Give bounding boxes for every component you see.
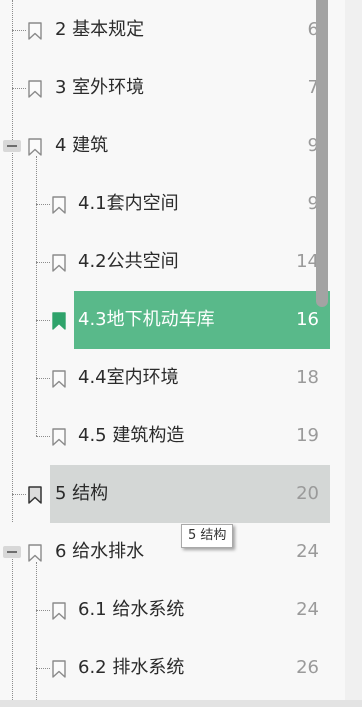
bookmark-title: 4.2公共空间 bbox=[78, 251, 179, 272]
vertical-scrollbar-thumb[interactable] bbox=[316, 0, 328, 307]
bookmark-title: 5 结构 bbox=[55, 483, 109, 504]
bookmark-tooltip: 5 结构 bbox=[181, 524, 234, 548]
bookmark-title: 6.2 排水系统 bbox=[78, 657, 185, 678]
bookmark-item-4-1[interactable]: 4.1套内空间 9 bbox=[0, 175, 345, 233]
tree-connector bbox=[36, 378, 50, 379]
bookmark-title: 4.3地下机动车库 bbox=[78, 309, 215, 330]
bookmark-title: 4.5 建筑构造 bbox=[78, 425, 185, 446]
horizontal-scrollbar[interactable] bbox=[0, 700, 362, 707]
bookmark-icon bbox=[52, 196, 66, 214]
tree-connector bbox=[12, 30, 26, 31]
bookmark-icon bbox=[28, 22, 42, 40]
bookmark-item-6-1[interactable]: 6.1 给水系统 24 bbox=[0, 581, 345, 639]
bookmark-icon bbox=[28, 544, 42, 562]
bookmark-page-number: 24 bbox=[296, 599, 319, 620]
vertical-scrollbar-track[interactable] bbox=[345, 0, 362, 700]
bookmark-item-4-2[interactable]: 4.2公共空间 14 bbox=[0, 233, 345, 291]
collapse-minus-icon[interactable] bbox=[3, 140, 21, 152]
collapse-minus-icon[interactable] bbox=[3, 546, 21, 558]
tree-connector bbox=[12, 88, 26, 89]
bookmark-item-4-3-selected[interactable]: 4.3地下机动车库 16 bbox=[0, 291, 345, 349]
bookmark-icon bbox=[52, 254, 66, 272]
bookmark-panel: 2 基本规定 6 3 室外环境 7 4 建筑 9 4.1套内空间 9 4.2公共… bbox=[0, 0, 345, 700]
bookmark-icon bbox=[28, 80, 42, 98]
bookmark-item-4-5[interactable]: 4.5 建筑构造 19 bbox=[0, 407, 345, 465]
bookmark-item-6[interactable]: 6 给水排水 24 bbox=[0, 523, 345, 581]
tree-connector bbox=[36, 436, 50, 437]
tree-connector bbox=[36, 610, 50, 611]
tree-connector bbox=[36, 668, 50, 669]
bookmark-icon bbox=[28, 486, 42, 504]
bookmark-item-6-2[interactable]: 6.2 排水系统 26 bbox=[0, 639, 345, 697]
bookmark-title: 6.1 给水系统 bbox=[78, 599, 185, 620]
bookmark-page-number: 24 bbox=[296, 541, 319, 562]
tree-connector bbox=[36, 262, 50, 263]
bookmark-item-4-4[interactable]: 4.4室内环境 18 bbox=[0, 349, 345, 407]
bookmark-item-5-hover[interactable]: 5 结构 20 bbox=[0, 465, 345, 523]
bookmark-page-number: 18 bbox=[296, 367, 319, 388]
tree-connector bbox=[36, 204, 50, 205]
bookmark-icon bbox=[52, 428, 66, 446]
bookmark-item-3[interactable]: 3 室外环境 7 bbox=[0, 59, 345, 117]
tree-connector bbox=[12, 494, 26, 495]
bookmark-icon bbox=[52, 602, 66, 620]
bookmark-title: 3 室外环境 bbox=[55, 77, 145, 98]
bookmark-icon bbox=[52, 660, 66, 678]
bookmark-title: 2 基本规定 bbox=[55, 19, 145, 40]
bookmark-icon bbox=[28, 138, 42, 156]
bookmark-title: 4 建筑 bbox=[55, 135, 109, 156]
bookmark-title: 4.1套内空间 bbox=[78, 193, 179, 214]
bookmark-icon bbox=[52, 370, 66, 388]
bookmark-page-number: 19 bbox=[296, 425, 319, 446]
bookmark-item-2[interactable]: 2 基本规定 6 bbox=[0, 1, 345, 59]
bookmark-filled-icon bbox=[52, 312, 66, 330]
bookmark-page-number: 20 bbox=[296, 483, 319, 504]
bookmark-title: 4.4室内环境 bbox=[78, 367, 179, 388]
bookmark-page-number: 26 bbox=[296, 657, 319, 678]
bookmark-title: 6 给水排水 bbox=[55, 541, 145, 562]
bookmark-item-4[interactable]: 4 建筑 9 bbox=[0, 117, 345, 175]
tree-connector bbox=[36, 320, 50, 321]
